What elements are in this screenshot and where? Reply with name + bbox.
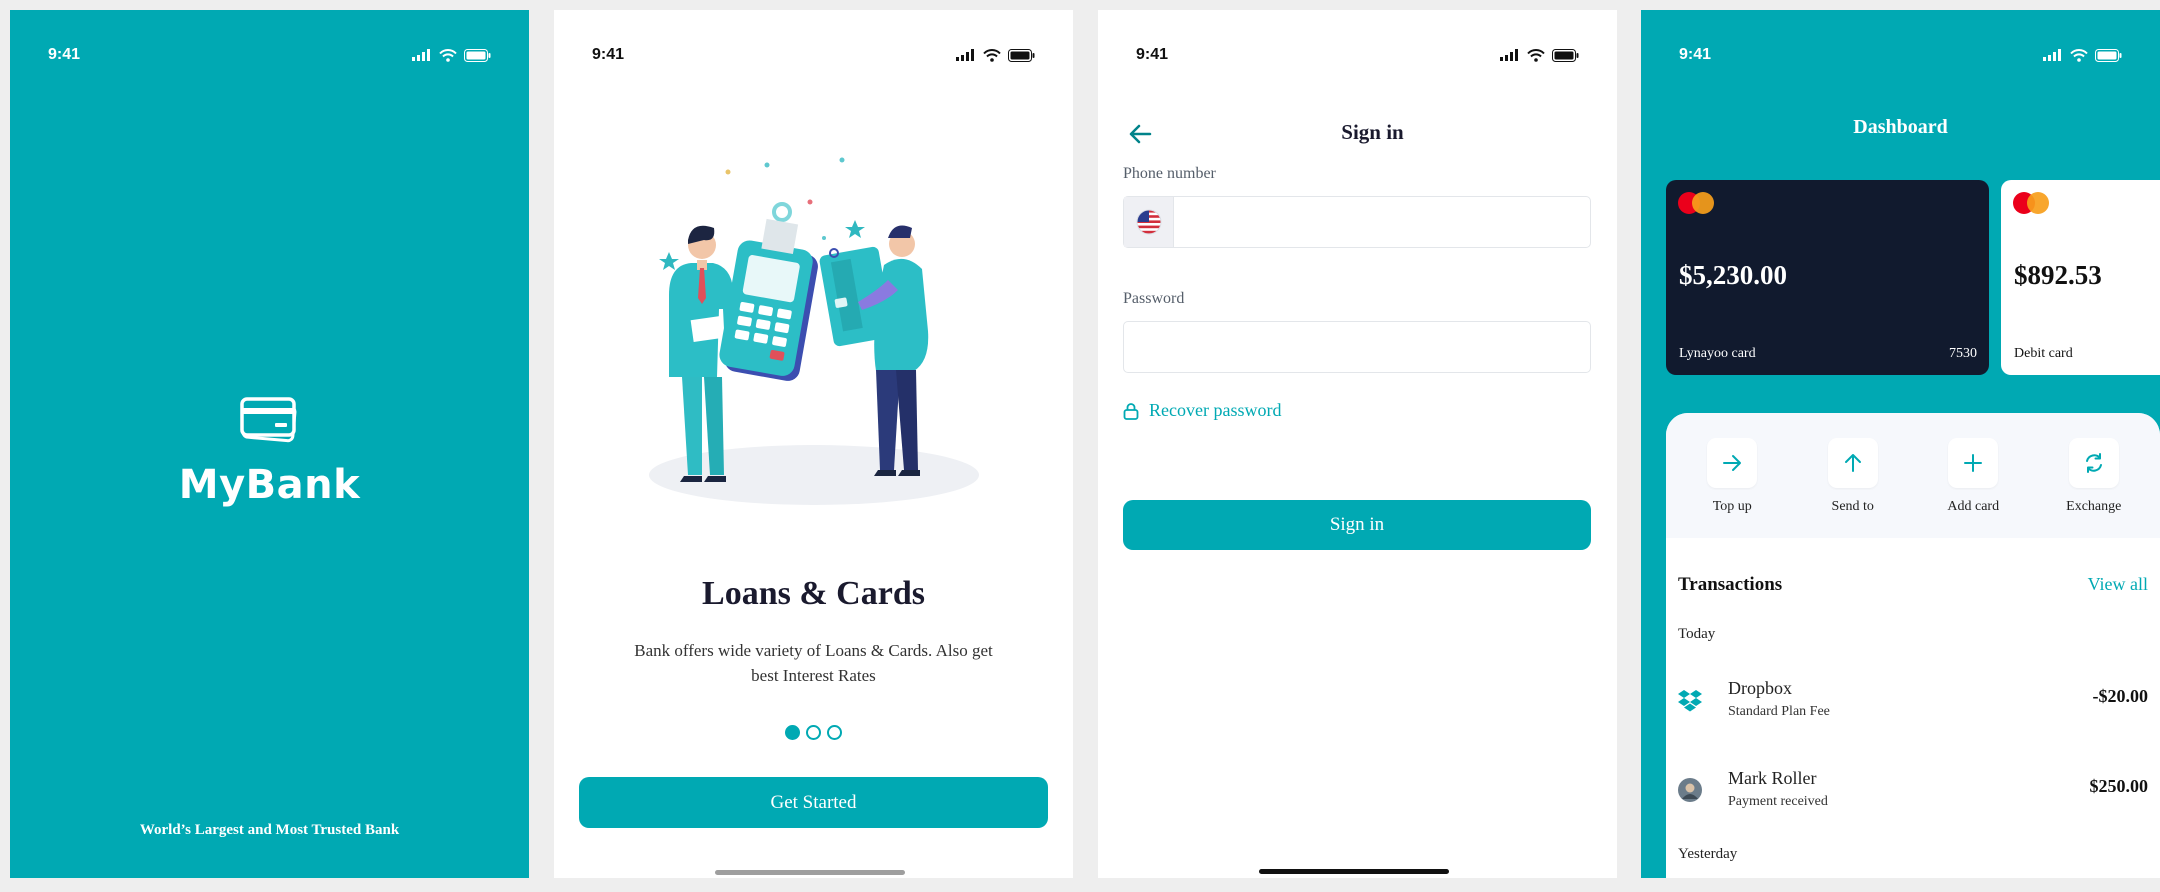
wifi-icon bbox=[983, 48, 1001, 62]
us-flag-icon bbox=[1136, 209, 1161, 235]
onboarding-description: Bank offers wide variety of Loans & Card… bbox=[634, 641, 993, 685]
top-up-button[interactable]: Top up bbox=[1682, 413, 1782, 538]
signal-icon bbox=[956, 49, 974, 61]
refresh-icon bbox=[2085, 453, 2102, 473]
card-lynayoo[interactable]: $5,230.00 Lynayoo card 7530 bbox=[1666, 180, 1989, 375]
battery-icon bbox=[1552, 48, 1579, 62]
status-time: 9:41 bbox=[1136, 46, 1169, 63]
home-indicator bbox=[1259, 869, 1449, 874]
status-bar: 9:41 bbox=[1136, 44, 1579, 66]
status-bar: 9:41 bbox=[48, 44, 491, 66]
mastercard-icon bbox=[2013, 192, 2049, 214]
card-balance: $892.53 bbox=[2014, 260, 2102, 290]
page-dot-3[interactable] bbox=[827, 725, 842, 740]
transaction-amount: $250.00 bbox=[2089, 776, 2149, 796]
card-logo-icon bbox=[240, 397, 297, 443]
card-name: Lynayoo card bbox=[1679, 346, 1756, 361]
transaction-name: Mark Roller bbox=[1728, 768, 1817, 788]
page-dot-2[interactable] bbox=[806, 725, 821, 740]
card-balance: $5,230.00 bbox=[1679, 260, 1787, 290]
avatar bbox=[1678, 778, 1702, 802]
password-field[interactable] bbox=[1123, 321, 1591, 373]
wifi-icon bbox=[1527, 48, 1545, 62]
card-name: Debit card bbox=[2014, 346, 2073, 361]
get-started-button[interactable]: Get Started bbox=[579, 777, 1048, 828]
card-number: 7530 bbox=[1949, 346, 1977, 361]
status-bar: 9:41 bbox=[592, 44, 1035, 66]
phone-field[interactable] bbox=[1123, 196, 1591, 248]
arrow-right-icon bbox=[1723, 455, 1742, 471]
recover-password-link[interactable]: Recover password bbox=[1123, 400, 1281, 421]
sign-in-button[interactable]: Sign in bbox=[1123, 500, 1591, 550]
lock-icon bbox=[1123, 402, 1139, 420]
battery-icon bbox=[2095, 48, 2122, 62]
transaction-subtitle: Standard Plan Fee bbox=[1728, 704, 1830, 719]
transaction-row[interactable]: Dropbox Standard Plan Fee -$20.00 bbox=[1678, 670, 2148, 730]
signal-icon bbox=[2043, 49, 2061, 61]
signin-screen: 9:41 Sign in Phone number Password Recov… bbox=[1098, 10, 1617, 878]
transaction-row[interactable]: Mark Roller Payment received $250.00 bbox=[1678, 760, 2148, 820]
onboarding-screen: 9:41 Loans & Cards Bank offers wide vari… bbox=[554, 10, 1073, 878]
dashboard-screen: 9:41 Dashboard $5,230.00 Lynayoo card 75… bbox=[1641, 10, 2160, 878]
page-dot-1[interactable] bbox=[785, 725, 800, 740]
action-label: Exchange bbox=[2066, 499, 2122, 514]
signal-icon bbox=[412, 49, 430, 61]
status-time: 9:41 bbox=[48, 46, 81, 63]
status-time: 9:41 bbox=[1679, 46, 1712, 63]
arrow-up-icon bbox=[1844, 454, 1861, 472]
plus-icon bbox=[1964, 454, 1983, 472]
transaction-amount: -$20.00 bbox=[2092, 686, 2149, 706]
action-label: Add card bbox=[1947, 499, 2000, 514]
transaction-group-label: Today bbox=[1678, 626, 1716, 642]
onboarding-title: Loans & Cards bbox=[702, 575, 925, 612]
password-label: Password bbox=[1123, 290, 1185, 307]
country-selector[interactable] bbox=[1124, 197, 1174, 247]
battery-icon bbox=[1008, 48, 1035, 62]
splash-screen: 9:41 MyBank World’s Largest and Most Tru… bbox=[10, 10, 529, 878]
wifi-icon bbox=[2070, 48, 2088, 62]
send-to-button[interactable]: Send to bbox=[1803, 413, 1903, 538]
battery-icon bbox=[464, 48, 491, 62]
transaction-group-label: Yesterday bbox=[1678, 846, 1738, 862]
status-time: 9:41 bbox=[592, 46, 625, 63]
recover-password-label[interactable]: Recover password bbox=[1149, 400, 1281, 421]
signal-icon bbox=[1500, 49, 1518, 61]
transaction-name: Dropbox bbox=[1728, 678, 1792, 698]
splash-tagline: World’s Largest and Most Trusted Bank bbox=[139, 822, 400, 838]
dropbox-icon bbox=[1678, 690, 1702, 712]
status-bar: 9:41 bbox=[1679, 44, 2122, 66]
view-all-link[interactable]: View all bbox=[2088, 574, 2148, 595]
page-title: Sign in bbox=[1341, 120, 1404, 144]
dashboard-panel: Top up Send to Add card Exchange Transac… bbox=[1666, 413, 2160, 878]
quick-actions: Top up Send to Add card Exchange bbox=[1666, 413, 2160, 538]
wifi-icon bbox=[439, 48, 457, 62]
brand-name: MyBank bbox=[178, 462, 361, 508]
page-indicator bbox=[554, 725, 1073, 740]
page-title: Dashboard bbox=[1853, 116, 1948, 138]
action-label: Send to bbox=[1831, 499, 1874, 514]
card-debit[interactable]: $892.53 Debit card bbox=[2001, 180, 2160, 375]
mastercard-icon bbox=[1678, 192, 1714, 214]
transactions-heading: Transactions bbox=[1678, 574, 1783, 595]
phone-label: Phone number bbox=[1123, 165, 1216, 182]
action-label: Top up bbox=[1712, 499, 1752, 514]
transaction-subtitle: Payment received bbox=[1728, 794, 1828, 809]
exchange-button[interactable]: Exchange bbox=[2044, 413, 2144, 538]
add-card-button[interactable]: Add card bbox=[1923, 413, 2023, 538]
home-indicator bbox=[715, 870, 905, 875]
loans-cards-illustration bbox=[649, 157, 979, 505]
